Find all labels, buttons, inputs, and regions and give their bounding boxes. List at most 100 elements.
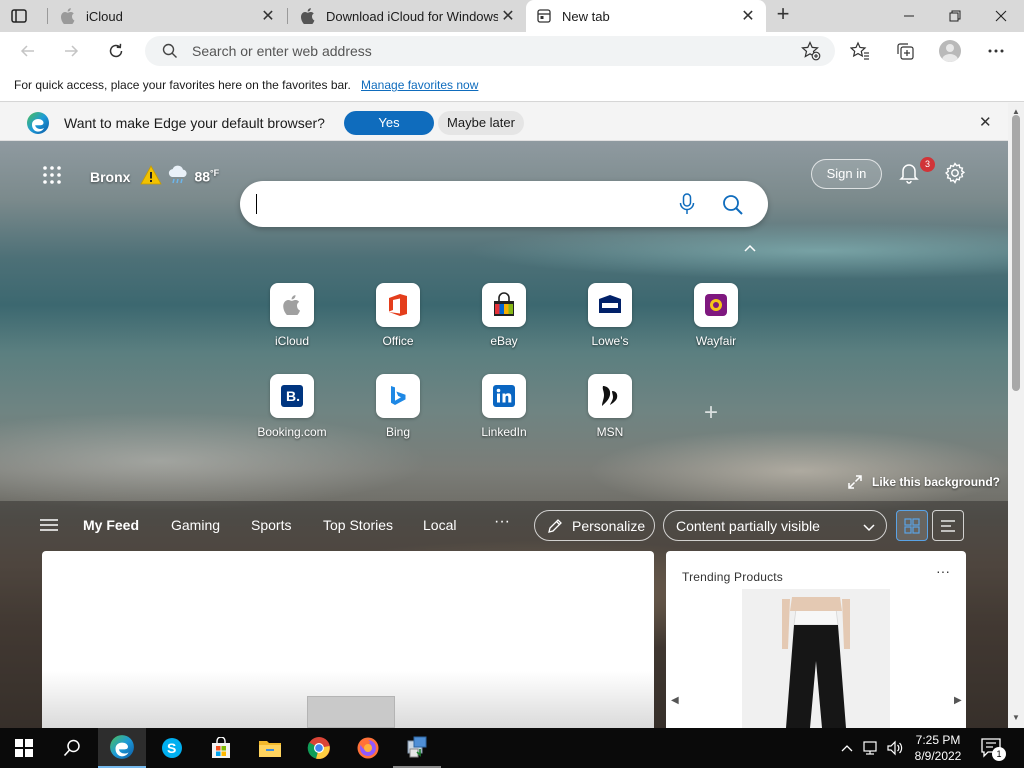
address-input[interactable] [192,36,752,66]
quick-link-label: Wayfair [695,334,737,348]
hamburger-menu-icon[interactable] [40,518,58,535]
tab-separator [47,8,48,24]
tab-separator [287,8,288,24]
scrollbar-thumb[interactable] [1012,115,1020,391]
feed-tab-my-feed[interactable]: My Feed [83,517,139,533]
trending-products-card[interactable]: Trending Products ··· ◀ ▶ [666,551,966,728]
feed-tab-gaming[interactable]: Gaming [171,517,220,533]
web-search-box[interactable] [240,181,768,227]
taskbar-firefox[interactable] [344,728,392,768]
taskbar-store[interactable] [197,728,245,768]
volume-icon[interactable] [884,728,906,768]
list-layout-button[interactable] [932,510,964,541]
tab-strip: iCloud ✕ Download iCloud for Windows - ✕… [0,0,1024,32]
show-hidden-icons-button[interactable] [838,728,856,768]
feed-tab-local[interactable]: Local [423,517,456,533]
address-bar[interactable] [145,36,835,66]
page-scrollbar[interactable]: ▲ ▼ [1008,103,1024,728]
quick-link-linkedin[interactable]: LinkedIn [459,374,549,439]
quick-link-icloud[interactable]: iCloud [247,283,337,348]
quick-link-booking[interactable]: B. Booking.com [247,374,337,439]
taskbar-skype[interactable]: S [148,728,196,768]
tab-icloud[interactable]: iCloud ✕ [50,0,286,32]
like-background-button[interactable]: Like this background? [848,475,1000,489]
close-tab-icon[interactable]: ✕ [738,6,758,26]
feed-navigation: My Feed Gaming Sports Top Stories Local … [0,509,1008,543]
search-icon[interactable] [722,194,744,219]
favorites-bar-message: For quick access, place your favorites h… [14,78,351,92]
quick-link-wayfair[interactable]: Wayfair [671,283,761,348]
office-icon [376,283,420,327]
new-tab-page-icon [536,8,552,24]
chevron-up-icon[interactable] [743,241,757,256]
tab-actions-icon[interactable] [10,7,28,25]
start-button[interactable] [0,728,48,768]
collections-icon[interactable] [893,39,917,63]
quick-link-label: eBay [490,334,518,348]
tab-new-tab[interactable]: New tab ✕ [526,0,766,32]
edge-logo-icon [26,111,50,138]
close-tab-icon[interactable]: ✕ [498,6,518,26]
feed-card[interactable] [42,551,654,728]
card-thumbnail [307,696,395,728]
search-icon [63,739,80,757]
personalize-button[interactable]: Personalize [534,510,655,541]
taskbar-clock[interactable]: 7:25 PM 8/9/2022 [906,732,970,764]
yes-button[interactable]: Yes [344,111,434,135]
microphone-icon[interactable] [678,193,696,218]
close-infobar-icon[interactable]: ✕ [979,113,992,131]
app-launcher-icon[interactable] [42,165,62,188]
quick-link-label: MSN [596,425,624,439]
favorites-icon[interactable] [848,39,872,63]
back-button[interactable] [16,39,40,63]
weather-widget[interactable]: Bronx 88°F [90,165,219,188]
quick-link-bing[interactable]: Bing [353,374,443,439]
profile-avatar[interactable] [938,39,962,63]
quick-link-lowes[interactable]: Lowe's [565,283,655,348]
quick-link-label: Bing [385,425,411,439]
refresh-button[interactable] [104,39,128,63]
restore-button[interactable] [932,0,978,32]
taskbar-search-button[interactable] [48,728,96,768]
quick-link-office[interactable]: Office [353,283,443,348]
forward-button[interactable] [59,39,83,63]
ebay-icon [482,283,526,327]
grid-layout-button[interactable] [896,510,928,541]
linkedin-icon [482,374,526,418]
installer-icon [407,736,427,758]
maybe-later-button[interactable]: Maybe later [438,111,524,135]
close-window-button[interactable] [978,0,1024,32]
settings-more-icon[interactable] [984,39,1008,63]
pencil-icon [548,518,562,533]
more-topics-icon[interactable]: ··· [494,513,510,531]
add-quick-link-button[interactable]: + [704,399,718,427]
tab-download-icloud[interactable]: Download iCloud for Windows - ✕ [290,0,526,32]
sign-in-button[interactable]: Sign in [811,159,882,189]
text-caret [256,194,257,214]
new-tab-button[interactable]: + [772,3,794,26]
taskbar-edge[interactable] [98,728,146,768]
quick-link-msn[interactable]: MSN [565,374,655,439]
taskbar-file-explorer[interactable] [246,728,294,768]
manage-favorites-link[interactable]: Manage favorites now [361,78,478,92]
content-visibility-dropdown[interactable]: Content partially visible [663,510,887,541]
page-settings-icon[interactable] [944,162,966,187]
scroll-down-icon[interactable]: ▼ [1012,713,1020,722]
chevron-up-icon [841,745,853,752]
product-image[interactable] [742,589,890,728]
carousel-prev-icon[interactable]: ◀ [671,695,679,706]
msn-icon [588,374,632,418]
taskbar-installer[interactable] [393,728,441,768]
feed-tab-sports[interactable]: Sports [251,517,291,533]
clock-date: 8/9/2022 [914,749,962,763]
close-tab-icon[interactable]: ✕ [258,6,278,26]
feed-tab-top-stories[interactable]: Top Stories [323,517,393,533]
add-favorite-icon[interactable] [801,41,821,64]
network-icon[interactable] [860,728,882,768]
more-options-icon[interactable]: ··· [936,563,950,579]
minimize-button[interactable] [886,0,932,32]
taskbar-chrome[interactable] [295,728,343,768]
carousel-next-icon[interactable]: ▶ [954,695,962,706]
quick-link-ebay[interactable]: eBay [459,283,549,348]
notifications-bell-icon[interactable] [899,162,919,187]
